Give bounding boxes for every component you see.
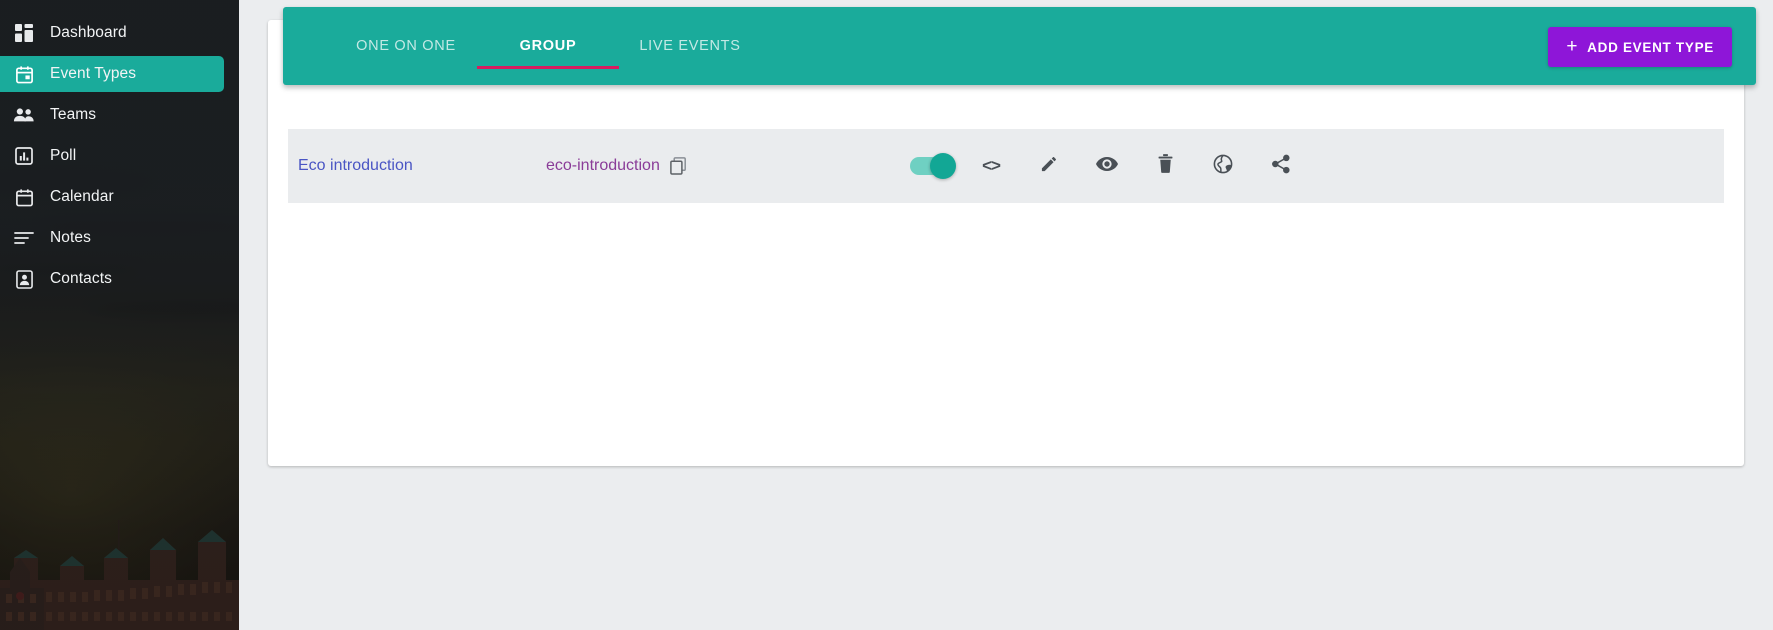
sidebar-item-notes[interactable]: Notes [0,220,239,256]
event-types-card: Eco introduction eco-introduction <> [268,20,1744,466]
bar-chart-icon [10,145,38,167]
preview-action[interactable] [1078,146,1136,186]
event-title-link[interactable]: Eco introduction [298,157,546,175]
sidebar-item-label: Dashboard [50,24,127,41]
sidebar-item-label: Event Types [50,65,137,82]
sidebar-item-label: Contacts [50,270,112,287]
event-types-header: ONE ON ONE GROUP LIVE EVENTS + ADD EVENT… [283,7,1756,85]
event-enabled-toggle[interactable] [904,146,962,186]
sidebar-item-label: Notes [50,229,91,246]
sidebar-item-calendar[interactable]: Calendar [0,179,239,215]
dashboard-grid-icon [10,22,38,44]
tab-live-events[interactable]: LIVE EVENTS [619,7,761,85]
sidebar-item-poll[interactable]: Poll [0,138,239,174]
sidebar-item-label: Teams [50,106,97,123]
sidebar-nav: Dashboard Event Types Teams Poll Calenda… [0,0,239,302]
contact-card-icon [10,268,38,290]
sidebar-item-teams[interactable]: Teams [0,97,239,133]
public-page-action[interactable] [1194,146,1252,186]
table-row: Eco introduction eco-introduction <> [288,129,1724,203]
edit-action[interactable] [1020,146,1078,186]
event-slug-link[interactable]: eco-introduction [546,157,660,175]
event-actions: <> [904,146,1310,186]
plus-icon: + [1566,35,1579,57]
calendar-icon [10,186,38,208]
copy-icon[interactable] [669,157,687,175]
add-event-type-button[interactable]: + ADD EVENT TYPE [1548,27,1732,67]
toggle-thumb [930,153,956,179]
sidebar-item-contacts[interactable]: Contacts [0,261,239,297]
calendar-event-icon [10,63,38,85]
people-icon [10,104,38,126]
embed-code-action[interactable]: <> [962,146,1020,186]
event-slug-group: eco-introduction [546,157,776,175]
sidebar-item-label: Calendar [50,188,114,205]
globe-icon [1213,154,1233,179]
main-content-area: Eco introduction eco-introduction <> ONE… [239,0,1773,630]
notes-lines-icon [10,227,38,249]
sidebar-item-label: Poll [50,147,77,164]
sidebar: Dashboard Event Types Teams Poll Calenda… [0,0,239,630]
delete-action[interactable] [1136,146,1194,186]
share-action[interactable] [1252,146,1310,186]
share-icon [1271,154,1291,179]
add-event-type-label: ADD EVENT TYPE [1587,39,1714,55]
event-types-list: Eco introduction eco-introduction <> [288,129,1724,203]
tab-group[interactable]: GROUP [477,7,619,85]
sidebar-item-dashboard[interactable]: Dashboard [0,15,239,51]
code-brackets-icon: <> [982,156,1001,175]
pencil-icon [1040,154,1059,178]
event-type-tabs: ONE ON ONE GROUP LIVE EVENTS [335,7,761,85]
sidebar-item-event-types[interactable]: Event Types [0,56,224,92]
eye-icon [1096,156,1118,177]
tab-one-on-one[interactable]: ONE ON ONE [335,7,477,85]
trash-icon [1158,154,1173,178]
